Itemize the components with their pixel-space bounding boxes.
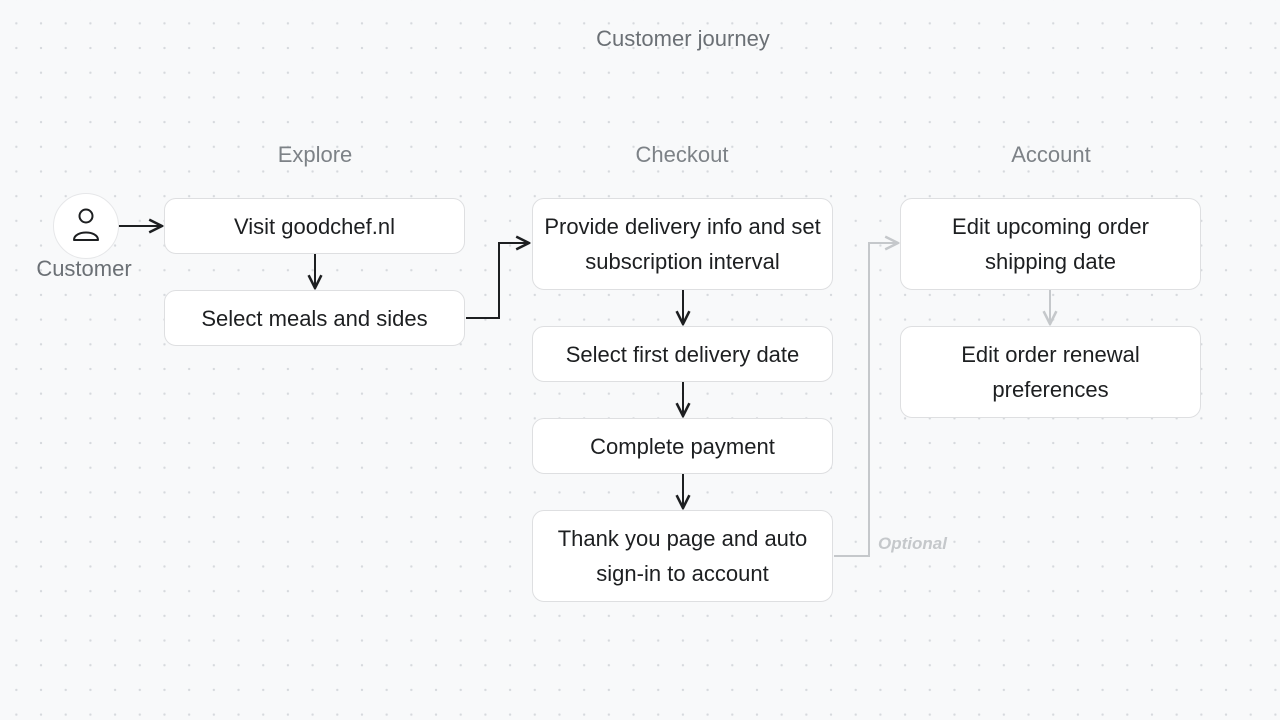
node-edit-shipping[interactable]: Edit upcoming order shipping date [900, 198, 1201, 290]
customer-avatar [53, 193, 119, 259]
node-payment[interactable]: Complete payment [532, 418, 833, 474]
node-visit[interactable]: Visit goodchef.nl [164, 198, 465, 254]
edge-thank-you-to-edit-shipping [834, 243, 898, 557]
node-edit-renewal[interactable]: Edit order renewal preferences [900, 326, 1201, 418]
customer-label: Customer [36, 256, 132, 281]
node-first-delivery[interactable]: Select first delivery date [532, 326, 833, 382]
edge-select-meals-to-provide-delivery [466, 243, 529, 319]
edge-label-optional: Optional [878, 534, 947, 553]
node-select-meals[interactable]: Select meals and sides [164, 290, 465, 346]
node-provide-delivery[interactable]: Provide delivery info and set subscripti… [532, 198, 833, 290]
person-icon [73, 208, 99, 241]
node-thank-you[interactable]: Thank you page and auto sign-in to accou… [532, 510, 833, 602]
